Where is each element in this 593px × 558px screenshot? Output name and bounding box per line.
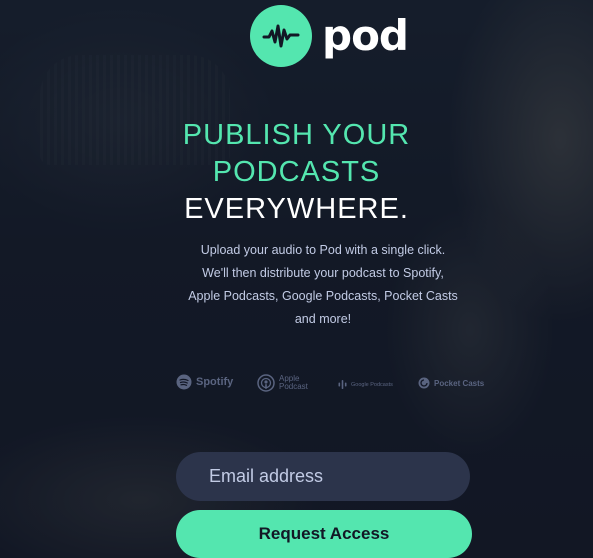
logo-text: pod (322, 11, 409, 60)
headline-line-1: PUBLISH YOUR (182, 119, 411, 151)
headline-line-3: EVERYWHERE. (184, 193, 409, 225)
platform-spotify-label: Spotify (196, 376, 234, 388)
platform-apple-podcasts: Apple Podcast (257, 374, 308, 392)
request-access-button[interactable]: Request Access (176, 510, 472, 558)
hero-description: Upload your audio to Pod with a single c… (188, 243, 458, 326)
apple-podcasts-icon (257, 374, 275, 392)
platform-google-podcasts: Google Podcasts (338, 380, 393, 389)
google-podcasts-icon (338, 380, 347, 389)
email-field[interactable] (176, 452, 470, 501)
headline-line-2: PODCASTS (212, 156, 381, 188)
platform-google-label: Google Podcasts (351, 381, 393, 388)
page-title: PUBLISH YOUR PODCASTS EVERYWHERE. (0, 117, 593, 228)
platform-pocket-label: Pocket Casts (434, 378, 485, 388)
logo: pod (250, 5, 409, 67)
platform-pocket-casts: Pocket Casts (418, 377, 484, 389)
pocket-casts-icon (418, 377, 430, 389)
platform-spotify: Spotify (176, 374, 233, 390)
platform-logos: Spotify Apple Podcast Google Podcasts Po… (0, 374, 593, 398)
waveform-icon (250, 5, 312, 67)
platform-apple-label-2: Podcast (279, 382, 308, 391)
spotify-icon (176, 374, 192, 390)
